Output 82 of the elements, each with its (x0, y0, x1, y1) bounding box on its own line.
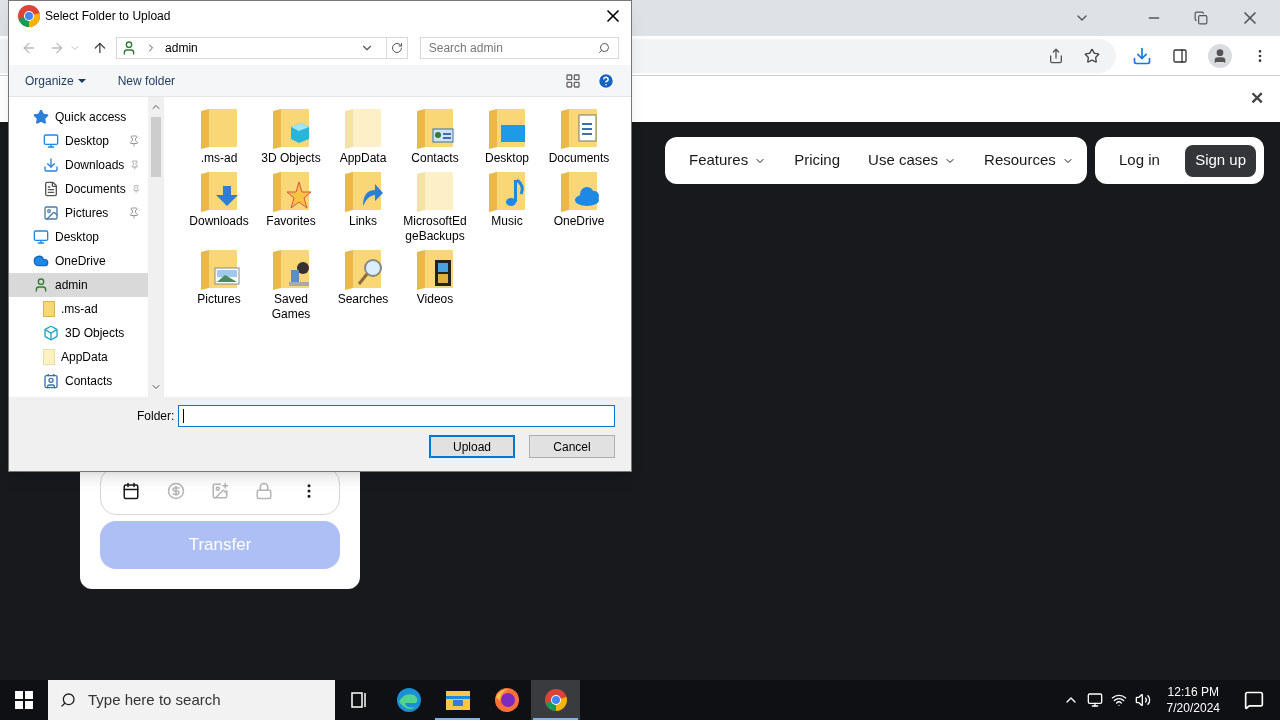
folder-item[interactable]: Links (328, 170, 398, 244)
folder-item[interactable]: Saved Games (256, 248, 326, 322)
cloud-icon (33, 253, 49, 269)
folder-item[interactable]: Music (472, 170, 542, 244)
scrollbar[interactable] (148, 97, 163, 397)
folder-input[interactable] (178, 405, 615, 427)
clock[interactable]: 12:16 PM 7/20/2024 (1158, 684, 1228, 716)
folder-item[interactable]: .ms-ad (184, 107, 254, 166)
volume-icon[interactable] (1134, 692, 1151, 708)
organize-menu[interactable]: Organize (25, 71, 86, 90)
view-options-icon[interactable] (565, 72, 581, 89)
folder-item[interactable]: OneDrive (544, 170, 614, 244)
folder-item[interactable]: Searches (328, 248, 398, 322)
tree-item[interactable]: Documents (9, 177, 148, 201)
tree-item[interactable]: AppData (9, 345, 148, 369)
nav-link[interactable]: Use cases (868, 149, 957, 172)
file-explorer-icon (444, 688, 471, 712)
side-panel-icon[interactable] (1172, 47, 1188, 64)
help-icon[interactable] (597, 71, 615, 90)
tree-item[interactable]: Desktop (9, 129, 148, 153)
folder-item[interactable]: Pictures (184, 248, 254, 322)
folder-item[interactable]: Videos (400, 248, 470, 322)
monitor-icon (43, 133, 59, 149)
download-icon (43, 157, 59, 173)
folder-item[interactable]: Desktop (472, 107, 542, 166)
folder-item[interactable]: Documents (544, 107, 614, 166)
taskbar-app-button[interactable] (531, 680, 580, 720)
star-icon (33, 109, 49, 125)
calendar-icon[interactable] (122, 482, 141, 500)
tree-item[interactable]: admin (9, 273, 148, 297)
folder-item[interactable]: MicrosoftEdgeBackups (400, 170, 470, 244)
folder-icon (43, 349, 55, 365)
cube-icon (43, 325, 59, 341)
chrome-icon (17, 4, 41, 28)
folder-item[interactable]: Contacts (400, 107, 470, 166)
notification-icon[interactable] (1244, 690, 1264, 710)
tree-item[interactable]: Downloads (9, 153, 148, 177)
firefox-icon (493, 687, 520, 713)
bookmark-star-icon[interactable] (1084, 47, 1100, 64)
chrome-icon (543, 688, 568, 712)
search-icon[interactable] (598, 42, 610, 54)
tree-item[interactable]: Desktop (9, 225, 148, 249)
folder-item[interactable]: Favorites (256, 170, 326, 244)
tree-item[interactable]: .ms-ad (9, 297, 148, 321)
cancel-button[interactable]: Cancel (529, 435, 615, 458)
tree-item[interactable]: OneDrive (9, 249, 148, 273)
new-folder-button[interactable]: New folder (117, 71, 176, 90)
tree-item[interactable]: Contacts (9, 369, 148, 393)
folder-item[interactable]: 3D Objects (256, 107, 326, 166)
nav-link[interactable]: Features (689, 149, 767, 172)
search-field[interactable]: Search admin (419, 37, 619, 59)
folder-item[interactable]: Downloads (184, 170, 254, 244)
address-field[interactable]: admin (116, 37, 408, 59)
taskbar-search-field[interactable]: Type here to search (48, 680, 335, 720)
tree-item[interactable]: 3D Objects (9, 321, 148, 345)
document-icon (43, 181, 59, 197)
share-icon[interactable] (1048, 47, 1064, 64)
tree-item[interactable]: Pictures (9, 201, 148, 225)
nav-link[interactable]: Resources (984, 149, 1074, 172)
download-icon[interactable] (1132, 45, 1152, 66)
restore-icon[interactable] (1194, 11, 1208, 25)
folder-icon (43, 301, 55, 317)
monitor-icon (33, 229, 49, 245)
picture-icon (43, 205, 59, 221)
windows-start-icon[interactable] (15, 691, 33, 709)
search-icon (60, 692, 76, 708)
contact-card-icon (43, 373, 59, 389)
infobar-close-button[interactable]: ✕ (1250, 86, 1264, 112)
network-icon[interactable] (1110, 692, 1127, 708)
nav-link[interactable]: Pricing (794, 149, 841, 172)
folder-item[interactable]: AppData (328, 107, 398, 166)
login-link[interactable]: Log in (1119, 149, 1160, 172)
scrollbar-thumb[interactable] (150, 117, 161, 177)
upload-button[interactable]: Upload (429, 435, 515, 458)
refresh-icon[interactable] (390, 42, 403, 54)
edge-icon (395, 687, 422, 713)
profile-avatar[interactable] (1208, 43, 1232, 68)
signup-button[interactable]: Sign up (1185, 144, 1256, 177)
tree-item[interactable]: Quick access (9, 105, 148, 129)
folder-label: Folder: (137, 408, 175, 425)
dialog-title: Select Folder to Upload (45, 8, 172, 25)
user-icon (33, 277, 49, 293)
